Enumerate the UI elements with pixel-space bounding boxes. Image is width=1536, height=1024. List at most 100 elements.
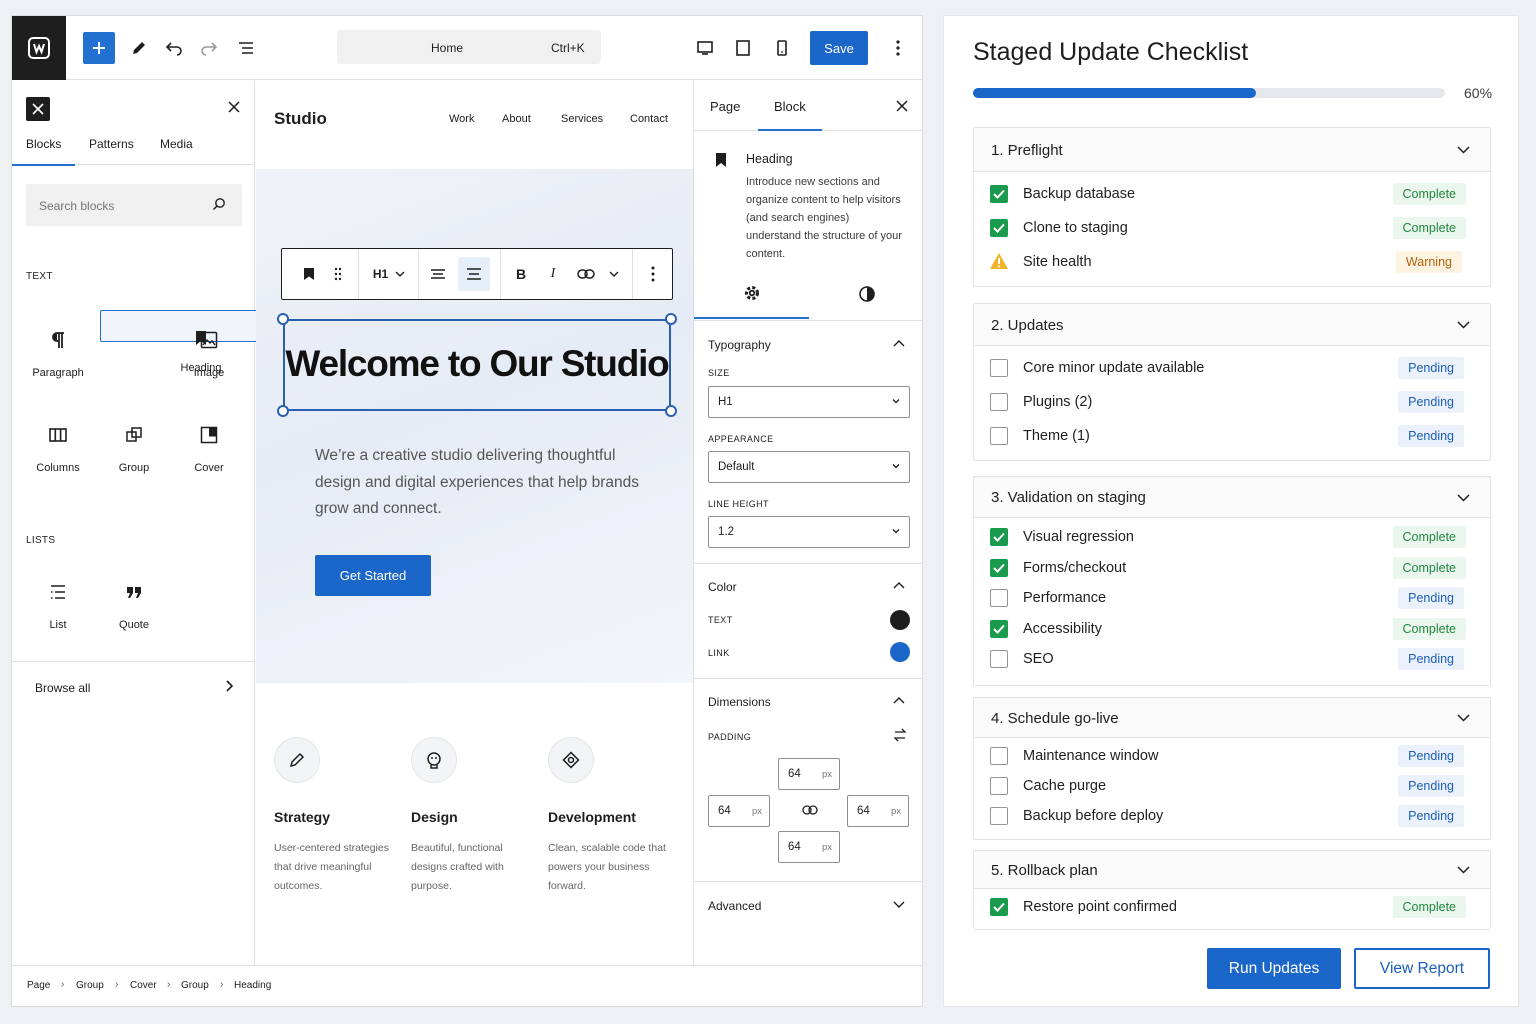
item-checkbox[interactable] bbox=[990, 393, 1008, 411]
close-inserter-button[interactable] bbox=[222, 95, 246, 119]
hero-cover-block[interactable] bbox=[256, 169, 693, 683]
color-panel-title[interactable]: Color bbox=[708, 580, 737, 594]
breadcrumb-item[interactable]: Group bbox=[76, 980, 104, 991]
item-checkbox[interactable] bbox=[990, 528, 1008, 546]
feature-strategy[interactable]: Strategy User-centered strategies that d… bbox=[274, 737, 404, 896]
site-brand[interactable]: Studio bbox=[274, 109, 327, 129]
tab-settings[interactable] bbox=[694, 269, 809, 319]
add-block-button[interactable] bbox=[83, 32, 115, 64]
item-checkbox[interactable] bbox=[990, 185, 1008, 203]
resize-handle[interactable] bbox=[665, 313, 677, 325]
align-button[interactable] bbox=[424, 249, 452, 299]
padding-bottom-input[interactable]: 64 px bbox=[778, 831, 840, 863]
line-height-select[interactable]: 1.2 bbox=[708, 516, 910, 548]
padding-left-input[interactable]: 64 px bbox=[708, 795, 770, 827]
resize-handle[interactable] bbox=[277, 405, 289, 417]
checklist-group-header[interactable]: 2. Updates bbox=[974, 304, 1490, 346]
desktop-preview-button[interactable] bbox=[689, 32, 721, 64]
checklist-group-header[interactable]: 3. Validation on staging bbox=[974, 477, 1490, 518]
block-options-button[interactable] bbox=[638, 249, 668, 299]
block-type-button[interactable] bbox=[294, 249, 324, 299]
feature-development[interactable]: Development Clean, scalable code that po… bbox=[548, 737, 678, 896]
redo-button[interactable] bbox=[193, 32, 225, 64]
item-checkbox[interactable] bbox=[990, 807, 1008, 825]
block-search-input[interactable]: Search blocks bbox=[26, 184, 242, 226]
tab-page[interactable]: Page bbox=[710, 99, 740, 114]
chevron-up-icon[interactable] bbox=[893, 339, 905, 347]
bold-button[interactable]: B bbox=[508, 249, 534, 299]
save-button[interactable]: Save bbox=[810, 31, 868, 65]
item-checkbox[interactable] bbox=[990, 219, 1008, 237]
command-palette-bar[interactable]: Home Ctrl+K bbox=[337, 30, 601, 64]
tab-styles[interactable] bbox=[809, 269, 922, 319]
block-group[interactable]: Group bbox=[100, 405, 168, 491]
feature-design[interactable]: Design Beautiful, functional designs cra… bbox=[411, 737, 541, 896]
checklist-group-header[interactable]: 4. Schedule go-live bbox=[974, 698, 1490, 738]
item-checkbox[interactable] bbox=[990, 559, 1008, 577]
block-list[interactable]: List bbox=[24, 562, 92, 648]
item-checkbox[interactable] bbox=[990, 650, 1008, 668]
item-checkbox[interactable] bbox=[990, 620, 1008, 638]
block-quote[interactable]: Quote bbox=[100, 562, 168, 648]
document-overview-button[interactable] bbox=[230, 32, 262, 64]
advanced-panel-title[interactable]: Advanced bbox=[708, 899, 761, 913]
typography-panel-title[interactable]: Typography bbox=[708, 338, 771, 352]
resize-handle[interactable] bbox=[665, 405, 677, 417]
chevron-down-icon[interactable] bbox=[893, 901, 905, 909]
breadcrumb-item[interactable]: Heading bbox=[234, 980, 271, 991]
padding-right-input[interactable]: 64 px bbox=[847, 795, 909, 827]
size-select[interactable]: H1 bbox=[708, 386, 910, 418]
item-checkbox[interactable] bbox=[990, 747, 1008, 765]
item-checkbox[interactable] bbox=[990, 898, 1008, 916]
mobile-preview-button[interactable] bbox=[766, 32, 798, 64]
resize-handle[interactable] bbox=[277, 313, 289, 325]
options-menu-button[interactable] bbox=[882, 32, 914, 64]
nav-link-about[interactable]: About bbox=[502, 113, 531, 125]
checklist-group-header[interactable]: 1. Preflight bbox=[974, 128, 1490, 172]
link-button[interactable] bbox=[572, 249, 600, 299]
swap-icon[interactable] bbox=[893, 728, 907, 742]
breadcrumb-item[interactable]: Cover bbox=[130, 980, 157, 991]
tablet-preview-button[interactable] bbox=[727, 32, 759, 64]
item-checkbox[interactable] bbox=[990, 777, 1008, 795]
item-checkbox[interactable] bbox=[990, 359, 1008, 377]
block-cover[interactable]: Cover bbox=[175, 405, 243, 491]
more-rich-text-button[interactable] bbox=[602, 249, 626, 299]
undo-button[interactable] bbox=[158, 32, 190, 64]
close-inspector-button[interactable] bbox=[891, 95, 913, 117]
block-columns[interactable]: Columns bbox=[24, 405, 92, 491]
nav-link-services[interactable]: Services bbox=[561, 113, 603, 125]
text-color-swatch[interactable] bbox=[890, 610, 910, 630]
block-image[interactable]: Image bbox=[175, 310, 243, 396]
appearance-select[interactable]: Default bbox=[708, 451, 910, 483]
block-paragraph[interactable]: Paragraph bbox=[24, 310, 92, 396]
hero-paragraph[interactable]: We’re a creative studio delivering thoug… bbox=[315, 443, 655, 523]
tab-blocks[interactable]: Blocks bbox=[12, 137, 76, 166]
item-checkbox[interactable] bbox=[990, 589, 1008, 607]
nav-link-contact[interactable]: Contact bbox=[630, 113, 668, 125]
italic-button[interactable]: I bbox=[540, 249, 566, 299]
hero-heading[interactable]: Welcome to Our Studio bbox=[285, 343, 669, 385]
heading-level-dropdown[interactable]: H1 bbox=[364, 249, 414, 299]
view-report-button[interactable]: View Report bbox=[1354, 948, 1490, 989]
item-checkbox[interactable] bbox=[990, 427, 1008, 445]
chevron-up-icon[interactable] bbox=[893, 581, 905, 589]
tab-block[interactable]: Block bbox=[758, 99, 822, 131]
link-color-swatch[interactable] bbox=[890, 642, 910, 662]
chevron-up-icon[interactable] bbox=[893, 696, 905, 704]
text-align-button[interactable] bbox=[458, 257, 490, 291]
drag-handle[interactable] bbox=[326, 249, 350, 299]
heading-block-selected[interactable]: Welcome to Our Studio bbox=[277, 313, 677, 417]
dimensions-panel-title[interactable]: Dimensions bbox=[708, 695, 771, 709]
breadcrumb-item[interactable]: Page bbox=[27, 980, 50, 991]
checklist-group-header[interactable]: 5. Rollback plan bbox=[974, 851, 1490, 889]
link-sides-icon[interactable] bbox=[802, 804, 818, 816]
padding-top-input[interactable]: 64 px bbox=[778, 758, 840, 790]
tab-patterns[interactable]: Patterns bbox=[89, 137, 134, 151]
browse-all-button[interactable]: Browse all bbox=[12, 661, 255, 711]
nav-link-work[interactable]: Work bbox=[449, 113, 474, 125]
inserter-toggle-button[interactable] bbox=[26, 97, 50, 121]
tools-button[interactable] bbox=[123, 32, 155, 64]
get-started-button[interactable]: Get Started bbox=[315, 555, 431, 596]
site-logo-button[interactable] bbox=[12, 16, 66, 80]
